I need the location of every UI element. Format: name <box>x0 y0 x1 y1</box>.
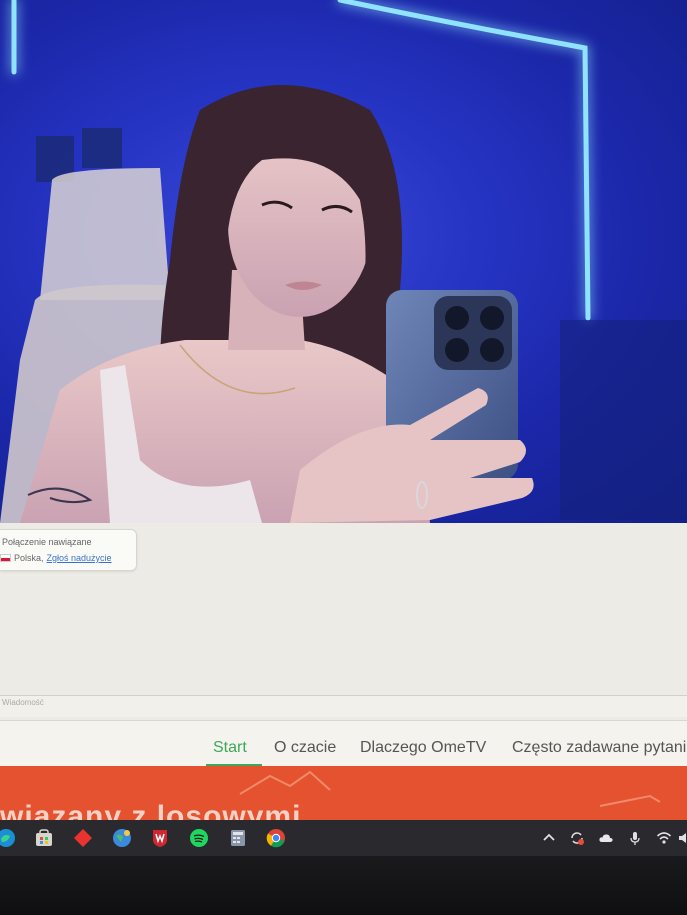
partner-info: Polska , Zgłoś nadużycie <box>0 553 112 563</box>
spotify-icon[interactable] <box>189 828 209 848</box>
separator: , <box>41 553 44 563</box>
edge-icon[interactable] <box>0 828 16 848</box>
calculator-icon[interactable] <box>228 828 248 848</box>
store-icon[interactable] <box>34 828 54 848</box>
connection-status: Połączenie nawiązane <box>2 537 92 547</box>
monitor-bezel <box>0 856 687 915</box>
connection-status-card: Połączenie nawiązane Polska , Zgłoś nadu… <box>0 529 137 571</box>
chat-panel: Połączenie nawiązane Polska , Zgłoś nadu… <box>0 523 687 720</box>
video-frame-illustration <box>0 0 687 523</box>
message-input[interactable]: Wiadomość <box>0 695 687 717</box>
wifi-icon[interactable] <box>656 830 672 846</box>
nav-item-start[interactable]: Start <box>213 739 247 757</box>
windows-taskbar <box>0 820 687 856</box>
gem-app-icon[interactable] <box>73 828 93 848</box>
volume-icon[interactable] <box>678 830 687 846</box>
report-abuse-link[interactable]: Zgłoś nadużycie <box>47 553 112 563</box>
microphone-icon[interactable] <box>627 830 643 846</box>
site-navigation: Start O czacie Dlaczego OmeTV Często zad… <box>0 720 687 767</box>
earth-app-icon[interactable] <box>112 828 132 848</box>
partner-country: Polska <box>14 553 42 563</box>
cloud-icon[interactable] <box>598 830 614 846</box>
chevron-up-icon[interactable] <box>541 830 557 846</box>
chrome-icon[interactable] <box>266 828 286 848</box>
remote-video-feed <box>0 0 687 523</box>
banner-headline: wiązany z losowymi <box>0 800 302 820</box>
nav-item-faq[interactable]: Często zadawane pytania <box>512 739 687 757</box>
promo-banner: wiązany z losowymi <box>0 766 687 820</box>
poland-flag-icon <box>0 554 11 562</box>
nav-item-why-ometv[interactable]: Dlaczego OmeTV <box>360 739 486 757</box>
sync-icon[interactable] <box>569 830 585 846</box>
mcafee-icon[interactable] <box>150 828 170 848</box>
nav-item-about-chat[interactable]: O czacie <box>274 739 336 757</box>
